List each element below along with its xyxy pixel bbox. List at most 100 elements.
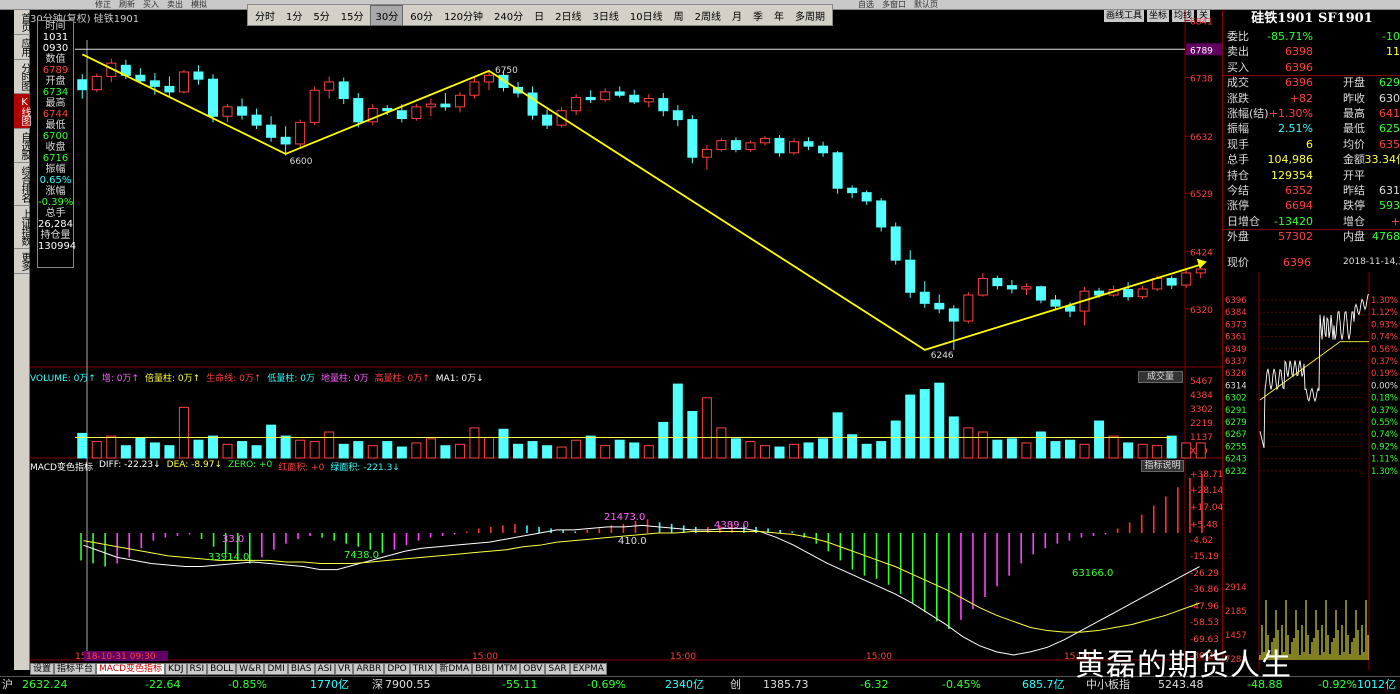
volume-legend-item: 增: 0万↑ bbox=[101, 374, 140, 384]
indicator-tab[interactable]: ASI bbox=[314, 663, 336, 675]
quote-cell: 最高 bbox=[1343, 107, 1365, 120]
volume-bar bbox=[614, 439, 625, 459]
mini-pct-label: 1.30% bbox=[1371, 467, 1398, 477]
indicator-tab[interactable]: ARBR bbox=[353, 663, 385, 675]
quote-cell: 2.51% bbox=[1278, 122, 1313, 136]
menu-item[interactable]: 多窗口 bbox=[882, 0, 906, 10]
indicator-tab[interactable]: OBV bbox=[520, 663, 546, 675]
indicator-tab[interactable]: KDJ bbox=[165, 663, 187, 675]
quote-cell: 最低 bbox=[1343, 122, 1365, 136]
mini-pct-label: 0.74% bbox=[1371, 430, 1398, 440]
indicator-tab[interactable]: RSI bbox=[186, 663, 208, 675]
menu-item[interactable]: 自选 bbox=[858, 0, 874, 10]
quote-cell: 57302 bbox=[1278, 230, 1313, 244]
macd-axis-label: -36.86 bbox=[1190, 585, 1219, 595]
quote-cell: +82 bbox=[1289, 91, 1313, 105]
candle-body bbox=[832, 152, 843, 189]
volume-bar bbox=[658, 421, 669, 459]
volume-header: VOLUME: 0万↑ 增: 0万↑ 倍量柱: 0万↑ 生命线: 0万↑ 低量柱: 0万… bbox=[30, 371, 484, 384]
volume-bar bbox=[1195, 442, 1206, 459]
menu-item[interactable]: 修正 bbox=[95, 0, 111, 10]
status-item: -55.11 bbox=[502, 678, 538, 691]
candle-body bbox=[730, 140, 741, 150]
macd-legend-item: 红面积: +0 bbox=[278, 463, 325, 473]
candle-body bbox=[1195, 268, 1206, 274]
mini-price-label: 6279 bbox=[1225, 418, 1247, 428]
volume-bar bbox=[266, 424, 277, 459]
indicator-tab[interactable]: MACD变色指标 bbox=[96, 663, 166, 675]
menu-item[interactable]: 刷新 bbox=[119, 0, 135, 10]
volume-bar bbox=[905, 394, 916, 459]
indicator-tab[interactable]: BBI bbox=[472, 663, 494, 675]
mini-price-label: 6384 bbox=[1225, 308, 1247, 318]
indicator-tab[interactable]: VR bbox=[335, 663, 354, 675]
status-item: -0.45% bbox=[942, 678, 981, 691]
volume-axis-label: 1137 bbox=[1190, 433, 1213, 443]
volume-bar bbox=[1108, 435, 1119, 459]
status-item: 1385.73 bbox=[763, 678, 809, 691]
quote-cell: 买入 bbox=[1227, 60, 1249, 74]
indicator-tab[interactable]: DMI bbox=[264, 663, 288, 675]
sidebar-tab[interactable]: 自选股 bbox=[14, 129, 30, 163]
candle-body bbox=[353, 98, 364, 123]
volume-legend-item: 低量柱: 0万 bbox=[267, 374, 315, 384]
mini-price-label: 6232 bbox=[1225, 467, 1247, 477]
sidebar-tab[interactable]: 更多 bbox=[14, 249, 30, 274]
indicator-tab[interactable]: 设置 bbox=[30, 663, 55, 675]
candle-body bbox=[1123, 289, 1134, 298]
sidebar-tab[interactable]: 首页 bbox=[14, 10, 30, 35]
mini-price-label: 6326 bbox=[1225, 369, 1247, 379]
candle-body bbox=[178, 71, 189, 93]
time-axis-label: 18-10-31 09:30 bbox=[86, 652, 156, 662]
candle-body bbox=[1035, 286, 1046, 301]
menu-item[interactable]: 默认页 bbox=[914, 0, 938, 10]
indicator-tab[interactable]: BIAS bbox=[287, 663, 315, 675]
quote-cell: 6314 bbox=[1379, 184, 1400, 197]
volume-legend-item: 高量柱: 0万↑ bbox=[374, 374, 430, 384]
volume-bar bbox=[469, 427, 480, 459]
candle-body bbox=[600, 91, 611, 101]
quote-cell: 内盘 bbox=[1343, 230, 1365, 244]
intraday-mini-chart[interactable]: 6396 1.30% 6384 1.12% 6373 0.93% 6361 0.74% 6349… bbox=[1223, 272, 1400, 670]
indicator-tab[interactable]: 指标平台 bbox=[54, 663, 97, 675]
indicator-tab[interactable]: BOLL bbox=[207, 663, 237, 675]
volume-bar bbox=[353, 441, 364, 459]
menu-item[interactable]: 模拟 bbox=[191, 0, 207, 10]
indicator-tab[interactable]: TRIX bbox=[409, 663, 437, 675]
volume-bar bbox=[876, 441, 887, 459]
candle-body bbox=[571, 96, 582, 112]
volume-bar bbox=[338, 443, 349, 459]
indicator-tab[interactable]: EXPMA bbox=[569, 663, 607, 675]
sidebar-tab[interactable]: 应用 bbox=[14, 35, 30, 60]
indicator-tab[interactable]: MTM bbox=[493, 663, 521, 675]
indicator-tab[interactable]: SAR bbox=[545, 663, 570, 675]
status-item: 685.7亿 bbox=[1022, 678, 1065, 691]
chart-canvas[interactable]: 6841 6789 6738 6632 6529 6424 6320 6600 6750 6246… bbox=[30, 10, 1222, 664]
volume-bar bbox=[396, 446, 407, 459]
menu-item[interactable]: 买入 bbox=[143, 0, 159, 10]
mini-price-label: 6361 bbox=[1225, 333, 1247, 343]
sidebar-tab[interactable]: 分时图 bbox=[14, 60, 30, 94]
quote-panel: 硅铁1901 SF1901 委比-85.71%-108卖出6398117买入63… bbox=[1222, 10, 1400, 670]
price-axis-label: 6632 bbox=[1190, 133, 1213, 143]
indicator-tab[interactable]: DPO bbox=[384, 663, 410, 675]
indicator-tab[interactable]: W&R bbox=[236, 663, 265, 675]
quote-cell: 6694 bbox=[1285, 199, 1313, 213]
indicator-help-button[interactable]: 指标说明 bbox=[1141, 460, 1184, 472]
quote-cell: 33.34亿 bbox=[1364, 153, 1400, 167]
indicator-tab[interactable]: 新DMA bbox=[436, 663, 473, 675]
volume-button[interactable]: 成交量 bbox=[1138, 371, 1183, 383]
menu-item[interactable]: 卖出 bbox=[167, 0, 183, 10]
macd-axis-label: -58.53 bbox=[1190, 618, 1219, 628]
pivot-label: 6246 bbox=[931, 351, 954, 361]
watermark-text: 黄磊的期货人生 bbox=[1075, 648, 1292, 683]
price-axis-label: 6424 bbox=[1190, 248, 1213, 258]
quote-title: 硅铁1901 SF1901 bbox=[1251, 11, 1373, 26]
sidebar-tab[interactable]: 综合排名 bbox=[14, 163, 30, 206]
quote-cell: 成交 bbox=[1227, 76, 1249, 90]
volume-axis-label: 3302 bbox=[1190, 405, 1213, 415]
status-item: 创 bbox=[730, 678, 741, 691]
macd-axis-label: -26.29 bbox=[1190, 569, 1219, 579]
sidebar-tab[interactable]: K线图 bbox=[14, 94, 30, 129]
sidebar-tab[interactable]: 上证指数 bbox=[14, 206, 30, 249]
